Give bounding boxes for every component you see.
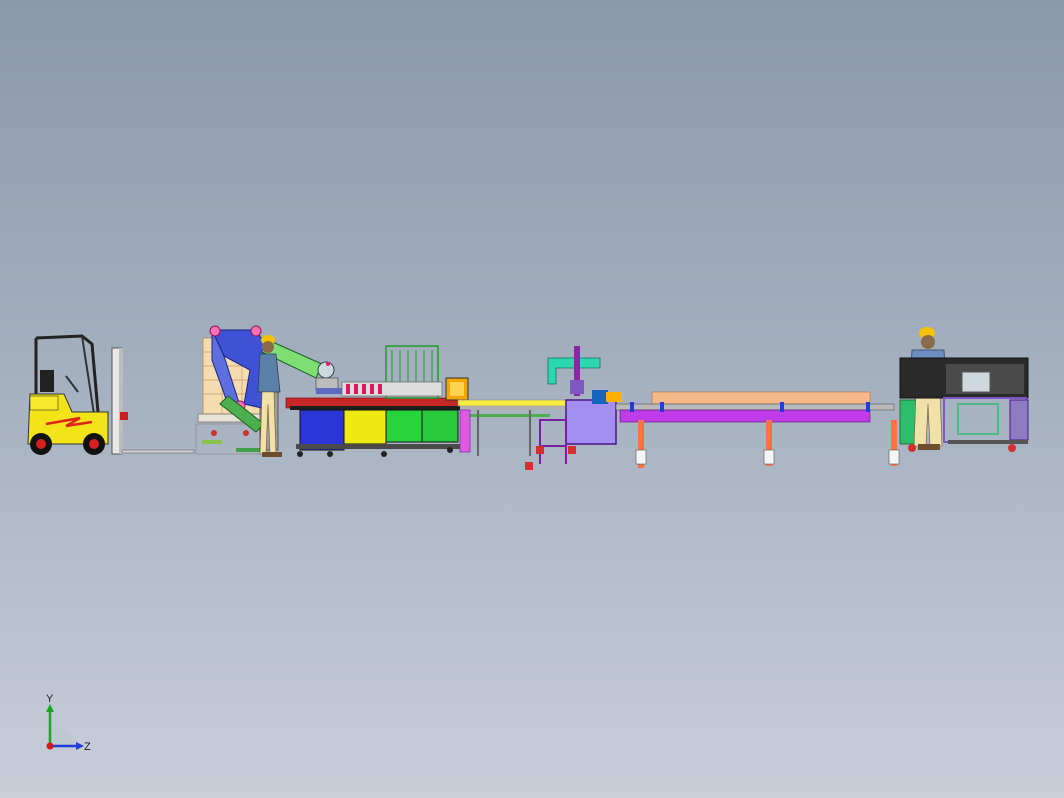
long-conveyor: [615, 391, 919, 468]
y-axis-label: Y: [46, 693, 54, 705]
forklift: [27, 334, 195, 455]
origin-point: [46, 742, 54, 750]
coordinate-triad: Y Z: [46, 693, 91, 753]
y-axis-arrow-icon: [46, 704, 54, 712]
cad-viewport[interactable]: Y Z: [0, 0, 1064, 798]
z-axis-arrow-icon: [76, 742, 84, 750]
z-axis-label: Z: [84, 741, 91, 753]
transfer-conveyor: [457, 399, 569, 470]
